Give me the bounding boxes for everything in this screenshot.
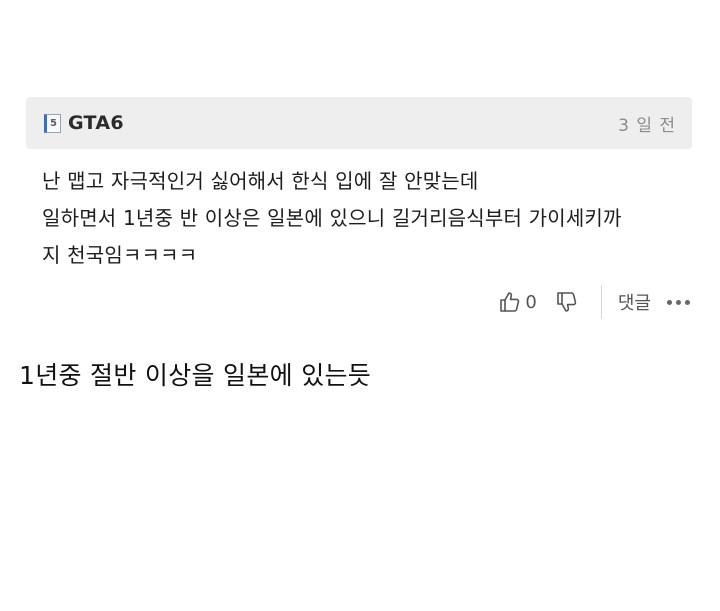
comment-author[interactable]: GTA6 (68, 112, 124, 134)
caption-text: 1년중 절반 이상을 일본에 있는듯 (19, 361, 372, 390)
comment-line: 지 천국임ㅋㅋㅋㅋ (42, 243, 198, 267)
like-count: 0 (525, 291, 537, 313)
comment-header: 5 GTA6 3 일 전 (26, 97, 692, 149)
comment-line: 난 맵고 자극적인거 싫어해서 한식 입에 잘 안맞는데 (42, 169, 479, 193)
dislike-button[interactable] (555, 290, 579, 314)
thumbs-up-icon (500, 292, 520, 312)
comment-line: 일하면서 1년중 반 이상은 일본에 있으니 길거리음식부터 가이세키까 (42, 206, 622, 230)
thumbs-down-icon (557, 292, 577, 312)
user-level-badge: 5 (44, 113, 61, 133)
more-icon[interactable] (667, 299, 690, 305)
reply-button[interactable]: 댓글 (618, 289, 651, 315)
action-divider (600, 285, 602, 319)
comment-text: 난 맵고 자극적인거 싫어해서 한식 입에 잘 안맞는데 일하면서 1년중 반 … (26, 149, 692, 274)
like-button[interactable]: 0 (498, 290, 554, 314)
comment-timestamp: 3 일 전 (618, 115, 676, 136)
comment-card: 5 GTA6 3 일 전 난 맵고 자극적인거 싫어해서 한식 입에 잘 안맞는… (26, 97, 692, 324)
comment-actions: 0 댓글 (26, 280, 692, 324)
